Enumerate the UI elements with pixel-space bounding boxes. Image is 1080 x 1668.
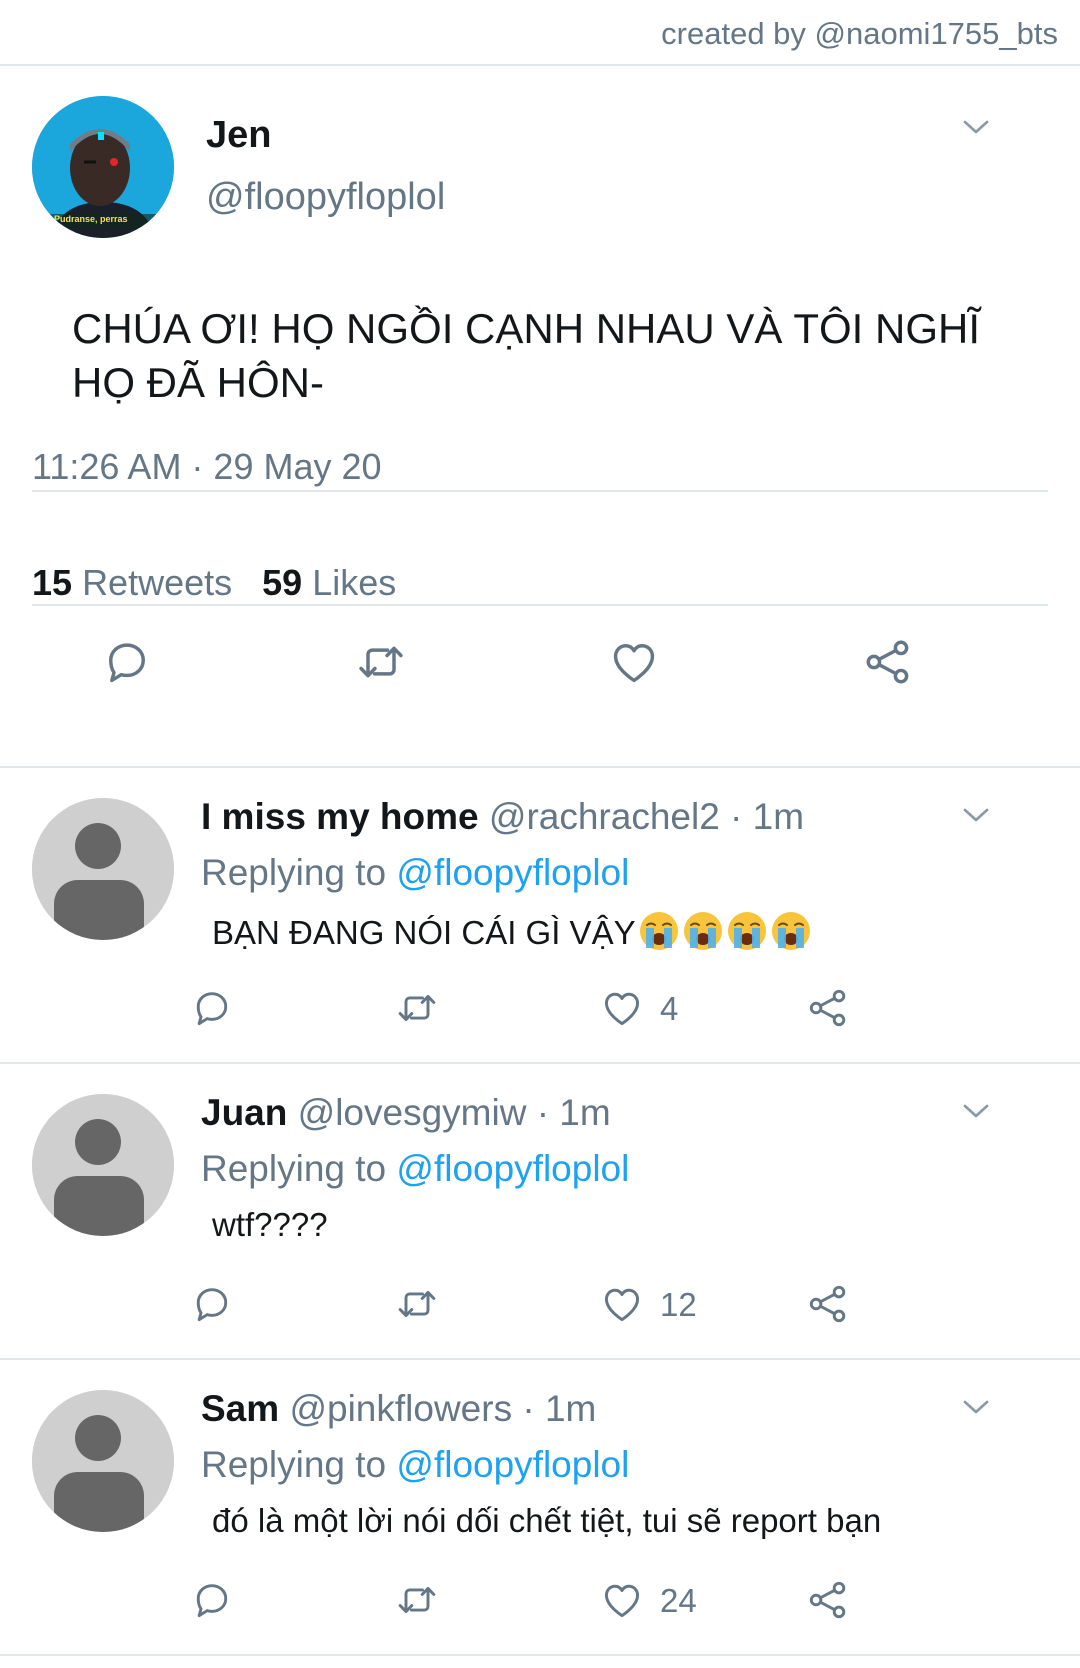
reply-tweet: Juan @lovesgymiw · 1m Replying to @floop… — [0, 1064, 1080, 1360]
replying-to-label: Replying to — [201, 852, 387, 893]
like-count: 12 — [660, 1286, 697, 1323]
tweet-stats: 15 Retweets 59 Likes — [32, 562, 396, 604]
likes-label: Likes — [312, 562, 397, 603]
replying-to: Replying to @floopyfloplol — [201, 1444, 629, 1486]
retweet-icon — [395, 986, 439, 1030]
retweet-button[interactable] — [395, 1282, 439, 1326]
default-avatar-icon — [32, 1094, 174, 1236]
main-tweet: Pudranse, perras Jen @floopyfloplol CHÚA… — [0, 66, 1080, 768]
reply-button[interactable] — [190, 1282, 234, 1326]
reply-header: Sam @pinkflowers · 1m — [201, 1388, 596, 1430]
heart-icon — [608, 636, 660, 688]
reply-author-name[interactable]: Sam — [201, 1388, 279, 1429]
reply-icon — [190, 1282, 234, 1326]
reply-text-content: BẠN ĐANG NÓI CÁI GÌ VẬY — [212, 914, 636, 951]
tweet-text-line: CHÚA ƠI! HỌ NGỒI CẠNH NHAU VÀ TÔI NGHĨ — [72, 305, 981, 352]
likes-count: 59 — [262, 562, 303, 603]
retweet-icon — [395, 1578, 439, 1622]
like-button[interactable] — [600, 986, 644, 1030]
chevron-down-icon[interactable] — [962, 1398, 990, 1416]
share-button[interactable] — [806, 986, 850, 1030]
creator-credit: created by @naomi1755_bts — [661, 16, 1058, 51]
loudly-crying-face-icon — [682, 910, 724, 952]
like-count: 24 — [660, 1582, 697, 1619]
reply-button[interactable] — [190, 1578, 234, 1622]
chevron-down-icon[interactable] — [962, 806, 990, 824]
replying-to-link[interactable]: @floopyfloplol — [396, 852, 629, 893]
author-handle[interactable]: @floopyfloplol — [206, 176, 445, 219]
reply-author-name[interactable]: Juan — [201, 1092, 287, 1133]
reply-icon — [190, 1578, 234, 1622]
default-avatar-icon — [32, 798, 174, 940]
reply-tweet: Sam @pinkflowers · 1m Replying to @floop… — [0, 1360, 1080, 1656]
reply-button[interactable] — [101, 636, 153, 688]
reply-author-name[interactable]: I miss my home — [201, 796, 479, 837]
heart-icon — [600, 1282, 644, 1326]
avatar[interactable] — [32, 798, 174, 940]
reply-header: Juan @lovesgymiw · 1m — [201, 1092, 611, 1134]
share-icon — [862, 636, 914, 688]
retweets-label: Retweets — [82, 562, 233, 603]
reply-meta[interactable]: @rachrachel2 · 1m — [489, 796, 804, 837]
reply-text: đó là một lời nói dối chết tiệt, tui sẽ … — [212, 1502, 882, 1539]
retweet-button[interactable] — [395, 1578, 439, 1622]
share-button[interactable] — [806, 1282, 850, 1326]
avatar[interactable] — [32, 1094, 174, 1236]
like-button[interactable] — [600, 1578, 644, 1622]
tweet-timestamp[interactable]: 11:26 AM · 29 May 20 — [32, 446, 382, 488]
share-button[interactable] — [862, 636, 914, 688]
tweet-text-line: HỌ ĐÃ HÔN- — [72, 359, 324, 406]
default-avatar-icon — [32, 1390, 174, 1532]
heart-icon — [600, 986, 644, 1030]
replying-to-link[interactable]: @floopyfloplol — [396, 1444, 629, 1485]
reply-meta[interactable]: @lovesgymiw · 1m — [298, 1092, 611, 1133]
share-icon — [806, 986, 850, 1030]
retweet-icon — [355, 636, 407, 688]
loudly-crying-face-icon — [726, 910, 768, 952]
reply-icon — [190, 986, 234, 1030]
tweet-text: CHÚA ƠI! HỌ NGỒI CẠNH NHAU VÀ TÔI NGHĨ H… — [72, 302, 1032, 410]
retweets-count: 15 — [32, 562, 73, 603]
replying-to-label: Replying to — [201, 1444, 387, 1485]
replying-to: Replying to @floopyfloplol — [201, 852, 629, 894]
share-icon — [806, 1282, 850, 1326]
reply-icon — [101, 636, 153, 688]
like-count: 4 — [660, 990, 679, 1027]
like-button[interactable] — [600, 1282, 644, 1326]
reply-text: BẠN ĐANG NÓI CÁI GÌ VẬY — [212, 910, 812, 952]
likes-stat[interactable]: 59 Likes — [262, 562, 396, 603]
author-name[interactable]: Jen — [206, 114, 271, 157]
retweet-button[interactable] — [355, 636, 407, 688]
share-button[interactable] — [806, 1578, 850, 1622]
replying-to-link[interactable]: @floopyfloplol — [396, 1148, 629, 1189]
credit-bar: created by @naomi1755_bts — [0, 0, 1080, 66]
like-button[interactable] — [608, 636, 660, 688]
avatar[interactable] — [32, 1390, 174, 1532]
replying-to: Replying to @floopyfloplol — [201, 1148, 629, 1190]
retweet-button[interactable] — [395, 986, 439, 1030]
share-icon — [806, 1578, 850, 1622]
avatar-caption: Pudranse, perras — [54, 214, 128, 224]
reply-button[interactable] — [190, 986, 234, 1030]
reply-meta[interactable]: @pinkflowers · 1m — [289, 1388, 596, 1429]
retweet-icon — [395, 1282, 439, 1326]
reply-tweet: I miss my home @rachrachel2 · 1m Replyin… — [0, 768, 1080, 1064]
reply-text: wtf???? — [212, 1206, 328, 1243]
retweets-stat[interactable]: 15 Retweets — [32, 562, 232, 603]
chevron-down-icon[interactable] — [962, 1102, 990, 1120]
loudly-crying-face-icon — [638, 910, 680, 952]
replying-to-label: Replying to — [201, 1148, 387, 1189]
divider — [32, 604, 1048, 606]
reply-header: I miss my home @rachrachel2 · 1m — [201, 796, 804, 838]
avatar[interactable]: Pudranse, perras — [32, 96, 174, 238]
heart-icon — [600, 1578, 644, 1622]
loudly-crying-face-icon — [770, 910, 812, 952]
chevron-down-icon[interactable] — [962, 118, 990, 136]
divider — [32, 490, 1048, 492]
